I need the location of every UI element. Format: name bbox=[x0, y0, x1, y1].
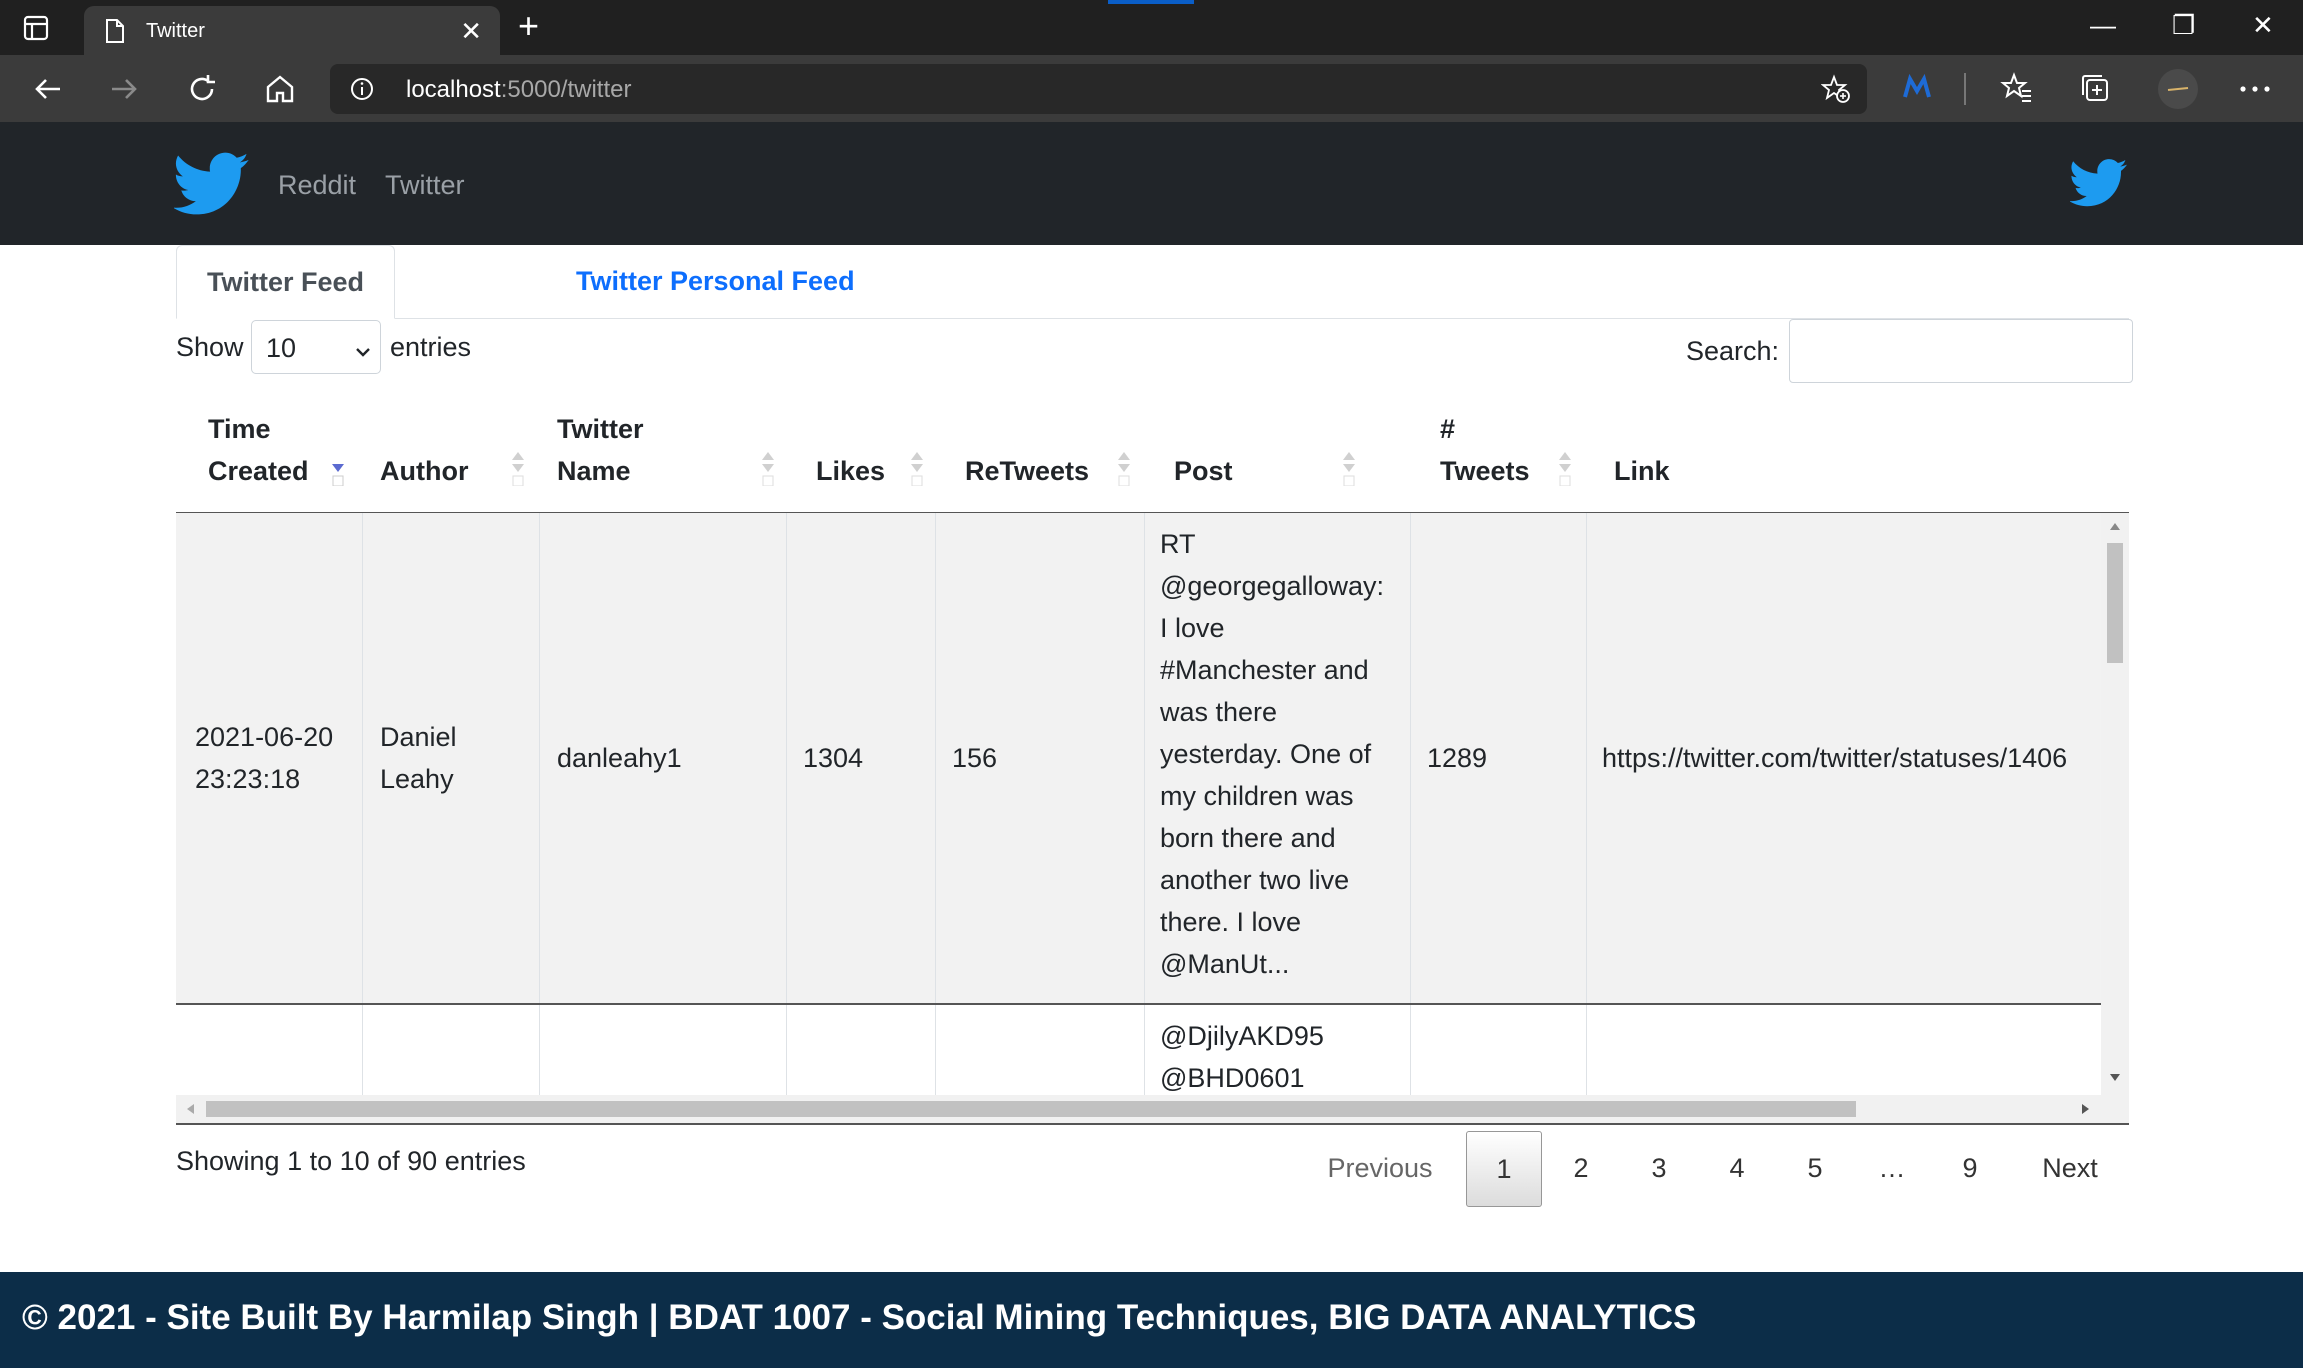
column-header-likes[interactable]: Likes bbox=[786, 410, 935, 512]
scroll-right-icon[interactable] bbox=[2080, 1102, 2092, 1116]
cell-divider bbox=[935, 513, 936, 1003]
cell-likes: 1304 bbox=[803, 743, 864, 773]
entries-select[interactable]: 10 bbox=[251, 320, 381, 374]
forward-icon[interactable] bbox=[106, 71, 142, 107]
sort-icon bbox=[1117, 436, 1131, 487]
browser-titlebar: Twitter ✕ + — ❐ ✕ bbox=[0, 0, 2303, 55]
sort-icon bbox=[1342, 436, 1356, 487]
page-button-4[interactable]: 4 bbox=[1707, 1131, 1767, 1205]
info-icon[interactable] bbox=[350, 77, 374, 101]
column-header-author[interactable]: Author bbox=[362, 410, 539, 512]
window-close-icon[interactable]: ✕ bbox=[2252, 10, 2274, 41]
horizontal-scrollbar[interactable] bbox=[176, 1095, 2129, 1125]
cell-post: @DjilyAKD95 @BHD0601 bbox=[1160, 1021, 1324, 1093]
document-icon bbox=[104, 18, 126, 44]
next-button[interactable]: Next bbox=[2022, 1131, 2118, 1205]
tab-actions-icon[interactable] bbox=[22, 14, 62, 42]
cell-divider bbox=[1410, 513, 1411, 1003]
cell-link[interactable]: https://twitter.com/twitter/statuses/140… bbox=[1602, 737, 2101, 779]
page-ellipsis: … bbox=[1878, 1153, 1906, 1183]
cell-retweets: 156 bbox=[952, 743, 998, 773]
entries-label: entries bbox=[390, 332, 472, 362]
show-label: Show bbox=[176, 332, 244, 362]
close-icon[interactable]: ✕ bbox=[460, 18, 482, 44]
refresh-icon[interactable] bbox=[184, 71, 220, 107]
cell-divider bbox=[362, 513, 363, 1003]
twitter-bird-icon[interactable] bbox=[2069, 158, 2128, 208]
page-button-9[interactable]: 9 bbox=[1940, 1131, 2000, 1205]
favorites-icon[interactable] bbox=[2000, 71, 2034, 110]
cell-author: Daniel Leahy bbox=[380, 722, 457, 794]
column-header-retweets[interactable]: ReTweets bbox=[935, 410, 1144, 512]
restore-icon[interactable]: ❐ bbox=[2172, 10, 2195, 41]
sort-icon bbox=[910, 436, 924, 487]
column-header-link[interactable]: Link bbox=[1586, 410, 2101, 512]
footer-text: © 2021 - Site Built By Harmilap Singh | … bbox=[22, 1298, 1697, 1337]
browser-tab-twitter[interactable]: Twitter ✕ bbox=[84, 6, 500, 55]
cell-tweets: 1289 bbox=[1427, 743, 1488, 773]
browser-toolbar: localhost:5000/twitter bbox=[0, 55, 2303, 122]
table-header: Time Created Author Twitter Name Likes ReT… bbox=[176, 410, 2129, 514]
scroll-up-icon[interactable] bbox=[2108, 519, 2122, 531]
cell-divider bbox=[1144, 513, 1145, 1003]
url-text: localhost:5000/twitter bbox=[406, 76, 632, 103]
sort-desc-icon bbox=[331, 436, 345, 487]
sort-icon bbox=[761, 436, 775, 487]
search-input[interactable] bbox=[1789, 319, 2133, 383]
extension-icon[interactable] bbox=[1900, 71, 1934, 110]
cell-twitter-name: danleahy1 bbox=[557, 743, 682, 773]
scroll-left-icon[interactable] bbox=[184, 1102, 196, 1116]
tab-twitter-feed[interactable]: Twitter Feed bbox=[176, 245, 396, 319]
entries-select-value: 10 bbox=[266, 333, 297, 363]
sort-icon bbox=[1558, 436, 1572, 487]
scroll-down-icon[interactable] bbox=[2108, 1071, 2122, 1083]
site-navbar: Reddit Twitter bbox=[0, 122, 2303, 245]
cell-divider bbox=[1586, 513, 1587, 1003]
cell-divider bbox=[786, 513, 787, 1003]
more-icon[interactable] bbox=[2238, 81, 2272, 99]
column-header-tweets[interactable]: # Tweets bbox=[1410, 410, 1586, 512]
sort-icon bbox=[511, 436, 525, 487]
cell-time-created: 2021-06-20 23:23:18 bbox=[195, 722, 334, 794]
minimize-icon[interactable]: — bbox=[2090, 10, 2116, 41]
twitter-bird-icon[interactable] bbox=[172, 152, 250, 216]
page-button-2[interactable]: 2 bbox=[1551, 1131, 1611, 1205]
tab-title: Twitter bbox=[146, 20, 205, 42]
site-footer: © 2021 - Site Built By Harmilap Singh | … bbox=[0, 1272, 2303, 1368]
page-button-1[interactable]: 1 bbox=[1466, 1131, 1542, 1207]
vertical-scrollbar[interactable] bbox=[2101, 513, 2129, 1095]
add-favorite-icon[interactable] bbox=[1820, 74, 1851, 104]
toolbar-divider bbox=[1964, 73, 1966, 105]
accent-line bbox=[1108, 0, 1194, 4]
table-body: 2021-06-20 23:23:18 Daniel Leahy danleahy1… bbox=[176, 513, 2129, 1125]
table-row[interactable]: 2021-06-20 23:23:18 Daniel Leahy danleahy1… bbox=[176, 513, 2101, 1005]
plus-icon[interactable]: + bbox=[518, 8, 539, 44]
page-button-5[interactable]: 5 bbox=[1785, 1131, 1845, 1205]
profile-icon[interactable] bbox=[2156, 67, 2200, 116]
scrollbar-thumb[interactable] bbox=[2107, 543, 2123, 663]
search-label: Search: bbox=[1686, 336, 1780, 366]
page-button-3[interactable]: 3 bbox=[1629, 1131, 1689, 1205]
chevron-down-icon bbox=[354, 337, 372, 357]
nav-link-reddit[interactable]: Reddit bbox=[278, 170, 356, 201]
home-icon[interactable] bbox=[262, 71, 298, 107]
previous-button[interactable]: Previous bbox=[1310, 1131, 1450, 1205]
column-header-twitter-name[interactable]: Twitter Name bbox=[539, 410, 786, 512]
column-header-time-created[interactable]: Time Created bbox=[176, 410, 362, 512]
table-info: Showing 1 to 10 of 90 entries bbox=[176, 1146, 526, 1176]
column-header-post[interactable]: Post bbox=[1144, 410, 1410, 512]
feed-tabs: Twitter Feed Twitter Personal Feed bbox=[176, 245, 2129, 319]
tab-twitter-personal-feed[interactable]: Twitter Personal Feed bbox=[546, 245, 885, 317]
cell-post: RT @georgegalloway: I love #Manchester a… bbox=[1160, 529, 1385, 979]
scrollbar-thumb[interactable] bbox=[206, 1101, 1856, 1117]
address-bar[interactable]: localhost:5000/twitter bbox=[330, 64, 1867, 114]
cell-divider bbox=[539, 513, 540, 1003]
back-icon[interactable] bbox=[30, 71, 66, 107]
nav-link-twitter[interactable]: Twitter bbox=[385, 170, 465, 201]
collections-icon[interactable] bbox=[2078, 71, 2112, 110]
